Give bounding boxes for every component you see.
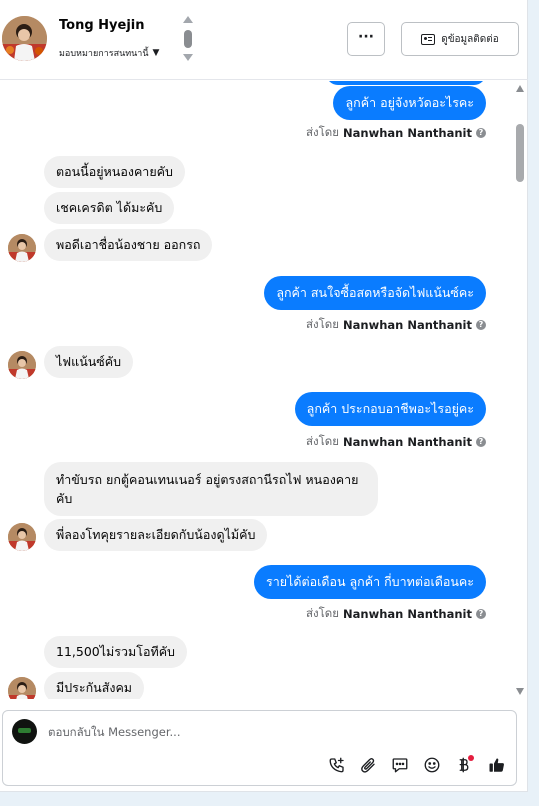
contact-avatar[interactable] <box>2 16 47 61</box>
sent-by-prefix: ส่งโดย <box>305 317 340 331</box>
sender-avatar[interactable] <box>8 234 36 262</box>
assign-label: มอบหมายการสนทนานี้ <box>59 49 149 59</box>
outgoing-message[interactable]: ลูกค้า ประกอบอาชีพอะไรอยู่คะ <box>294 392 486 426</box>
sent-by-prefix: ส่งโดย <box>305 606 340 620</box>
outgoing-message[interactable]: ลูกค้า อยู่จังหวัดอะไรคะ <box>333 86 486 120</box>
view-contact-label: ดูข้อมูลติดต่อ <box>441 33 499 45</box>
help-icon[interactable]: ? <box>476 437 486 447</box>
scroll-up-arrow-icon[interactable] <box>516 85 524 92</box>
scroll-down-arrow-icon[interactable] <box>516 688 524 695</box>
page-avatar <box>12 719 37 744</box>
smiley-icon[interactable] <box>422 755 442 775</box>
chat-icon[interactable] <box>390 755 410 775</box>
outgoing-message[interactable]: ลูกค้า สนใจซื้อสดหรือจัดไฟแน้นซ์คะ <box>264 276 486 310</box>
sender-avatar[interactable] <box>8 677 36 699</box>
help-icon[interactable]: ? <box>476 609 486 619</box>
incoming-message[interactable]: 11,500ไม่รวมโอทีคับ <box>44 636 187 668</box>
message-composer <box>2 710 517 786</box>
sender-avatar[interactable] <box>8 351 36 379</box>
conversation-pager[interactable] <box>180 16 196 64</box>
help-icon[interactable]: ? <box>476 320 486 330</box>
contact-name: Tong Hyejin <box>59 18 145 33</box>
view-contact-button[interactable]: ดูข้อมูลติดต่อ <box>401 22 519 56</box>
caret-down-icon: ▼ <box>152 48 160 58</box>
incoming-message[interactable]: มีประกันสังคม <box>44 672 145 699</box>
sent-by-line: ส่งโดย Nanwhan Nanthanit ? <box>306 316 486 334</box>
conversation-header: Tong Hyejin มอบหมายการสนทนานี้ ▼ ··· ดูข… <box>0 0 528 80</box>
incoming-message[interactable]: ไฟแน้นซ์คับ <box>44 346 134 378</box>
thumbs-up-icon[interactable] <box>487 755 507 775</box>
incoming-message[interactable]: เชคเครดิต ได้มะคับ <box>44 192 175 224</box>
incoming-message[interactable]: ทำขับรถ ยกตู้คอนเทนเนอร์ อยู่ตรงสถานีรถไ… <box>44 462 378 516</box>
phone-plus-icon[interactable] <box>327 755 347 775</box>
paperclip-icon[interactable] <box>358 755 378 775</box>
pager-handle[interactable] <box>184 30 192 48</box>
more-options-button[interactable]: ··· <box>347 22 385 56</box>
incoming-message[interactable]: พี่ลองโทคุยรายละเอียดกับน้องดูไม้คับ <box>44 519 268 551</box>
sent-by-line: ส่งโดย Nanwhan Nanthanit ? <box>306 605 486 623</box>
sent-by-prefix: ส่งโดย <box>305 434 340 448</box>
sent-by-agent[interactable]: Nanwhan Nanthanit <box>343 607 472 621</box>
sent-by-agent[interactable]: Nanwhan Nanthanit <box>343 318 472 332</box>
notification-dot <box>468 755 474 761</box>
sent-by-line: ส่งโดย Nanwhan Nanthanit ? <box>306 433 486 451</box>
sender-avatar[interactable] <box>8 523 36 551</box>
message-list[interactable]: ลูกค้า อยู่จังหวัดอะไรคะ ส่งโดย Nanwhan … <box>0 81 528 699</box>
id-card-icon <box>421 33 436 45</box>
assign-conversation-dropdown[interactable]: มอบหมายการสนทนานี้ ▼ <box>59 46 159 60</box>
pager-down-icon[interactable] <box>183 54 193 61</box>
sent-by-agent[interactable]: Nanwhan Nanthanit <box>343 435 472 449</box>
scrollbar-thumb[interactable] <box>516 124 524 182</box>
outgoing-message[interactable]: รายได้ต่อเดือน ลูกค้า กี่บาทต่อเดือนคะ <box>254 565 486 599</box>
sent-by-line: ส่งโดย Nanwhan Nanthanit ? <box>306 124 486 142</box>
incoming-message[interactable]: พอดีเอาชื่อน้องชาย ออกรถ <box>44 229 213 261</box>
incoming-message[interactable]: ตอนนี้อยู่หนองคายคับ <box>44 156 185 188</box>
sent-by-prefix: ส่งโดย <box>305 125 340 139</box>
pager-up-icon[interactable] <box>183 16 193 23</box>
help-icon[interactable]: ? <box>476 128 486 138</box>
sent-by-agent[interactable]: Nanwhan Nanthanit <box>343 126 472 140</box>
baht-icon[interactable] <box>454 755 474 775</box>
reply-input[interactable] <box>48 721 488 743</box>
conversation-panel: Tong Hyejin มอบหมายการสนทนานี้ ▼ ··· ดูข… <box>0 0 528 792</box>
clipped-outgoing-bubble <box>326 81 486 85</box>
